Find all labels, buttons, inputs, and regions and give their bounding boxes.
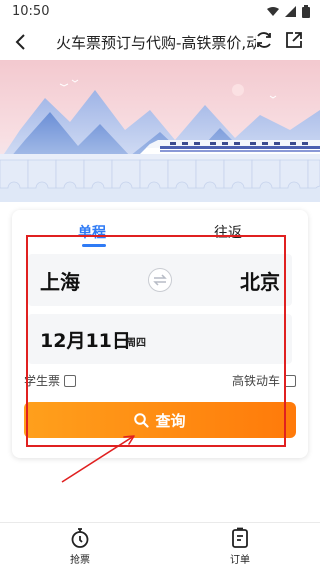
swap-cities-button[interactable] [148, 268, 172, 292]
search-icon [134, 412, 150, 428]
high-speed-label: 高铁动车 [231, 374, 280, 388]
high-speed-option[interactable]: 高铁动车 [232, 372, 296, 389]
share-button[interactable] [284, 30, 306, 52]
bottom-nav: 抢票 订单 [0, 522, 320, 568]
share-icon [286, 32, 302, 48]
status-bar: 10:50 [0, 0, 320, 24]
nav-grab-tickets-label: 抢票 [70, 555, 90, 566]
high-speed-checkbox[interactable] [284, 374, 296, 387]
search-button[interactable]: 查询 [24, 402, 296, 438]
refresh-button[interactable] [254, 30, 276, 52]
arrival-city[interactable]: 北京 [240, 266, 280, 295]
stopwatch-icon [71, 528, 89, 548]
weekday-label: 周四 [126, 338, 146, 349]
back-arrow-icon [15, 34, 25, 50]
status-time: 10:50 [12, 4, 50, 19]
student-ticket-option[interactable]: 学生票 [24, 372, 77, 389]
battery-icon [302, 5, 310, 18]
booking-card: 单程 往返 上海 北京 12月11日 周四 学生票 高铁动车 查询 [12, 210, 308, 458]
order-list-icon [232, 527, 248, 548]
tab-one-way[interactable]: 单程 [78, 222, 106, 242]
date-selector[interactable]: 12月11日 周四 [28, 314, 292, 364]
wifi-icon [267, 6, 279, 16]
banner-illustration [0, 60, 320, 202]
signal-icon [285, 6, 296, 17]
status-icons [267, 5, 310, 18]
title-bar: 火车票预订与代购-高铁票价,动... [0, 24, 320, 60]
search-button-label: 查询 [155, 411, 186, 430]
departure-date: 12月11日 [40, 330, 131, 352]
tab-round-trip[interactable]: 往返 [214, 222, 242, 242]
page-title: 火车票预订与代购-高铁票价,动... [56, 34, 256, 52]
route-selector: 上海 北京 [28, 254, 292, 306]
nav-orders-label: 订单 [230, 555, 250, 566]
nav-orders[interactable]: 订单 [210, 527, 270, 566]
student-ticket-checkbox[interactable] [64, 374, 77, 387]
train-landscape-illustration [0, 60, 320, 202]
back-button[interactable] [8, 30, 32, 54]
nav-grab-tickets[interactable]: 抢票 [50, 527, 110, 566]
swap-icon [153, 274, 167, 286]
active-tab-indicator [82, 244, 106, 247]
student-ticket-label: 学生票 [24, 374, 61, 388]
departure-city[interactable]: 上海 [40, 266, 80, 295]
refresh-icon [257, 32, 271, 48]
